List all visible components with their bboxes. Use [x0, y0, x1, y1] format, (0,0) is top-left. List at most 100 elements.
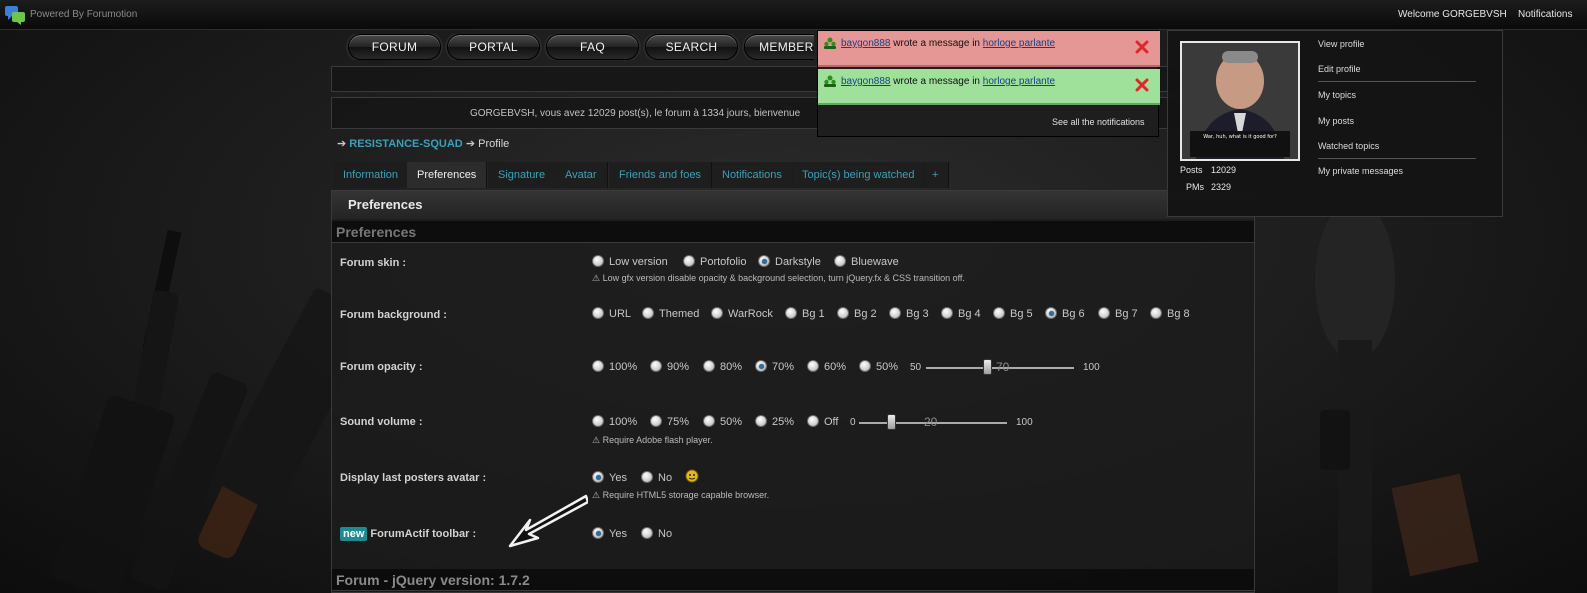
- radio-circle[interactable]: [941, 307, 953, 319]
- sound-slider-max: 100: [1016, 417, 1033, 428]
- group-icon: [824, 37, 836, 49]
- radio-circle[interactable]: [650, 360, 662, 372]
- option-label: Bg 3: [906, 308, 929, 320]
- notification-text: baygon888 wrote a message in horloge par…: [841, 38, 1055, 49]
- option-label: Bg 5: [1010, 308, 1033, 320]
- radio-circle[interactable]: [834, 255, 846, 267]
- notification-user-link[interactable]: baygon888: [841, 38, 891, 49]
- radio-circle[interactable]: [592, 307, 604, 319]
- breadcrumb-site-link[interactable]: RESISTANCE-SQUAD: [349, 138, 462, 150]
- forum-background-label: Forum background :: [340, 309, 447, 321]
- posts-count: 12029: [1211, 165, 1237, 175]
- menu-private-messages[interactable]: My private messages: [1318, 166, 1403, 176]
- option-label: 80%: [720, 361, 743, 373]
- radio-circle[interactable]: [641, 527, 653, 539]
- posts-label: Posts: [1180, 165, 1203, 175]
- breadcrumb-arrow-icon: ➔: [465, 138, 479, 150]
- nav-portal-button[interactable]: PORTAL: [447, 34, 540, 60]
- radio-circle[interactable]: [592, 415, 604, 427]
- radio-circle[interactable]: [807, 415, 819, 427]
- menu-view-profile[interactable]: View profile: [1318, 39, 1364, 49]
- powered-by-text[interactable]: Powered By Forumotion: [30, 9, 137, 20]
- radio-circle[interactable]: [592, 360, 604, 372]
- radio-circle-checked[interactable]: [592, 471, 604, 483]
- tab-information[interactable]: Information: [333, 162, 410, 188]
- sound-slider-min: 0: [850, 417, 856, 428]
- tab-preferences[interactable]: Preferences: [407, 162, 488, 188]
- group-icon: [824, 75, 836, 87]
- tab-topics-watched[interactable]: Topic(s) being watched: [792, 162, 926, 188]
- option-label: Bg 1: [802, 308, 825, 320]
- radio-circle[interactable]: [650, 415, 662, 427]
- radio-circle[interactable]: [807, 360, 819, 372]
- nav-search-button[interactable]: SEARCH: [645, 34, 738, 60]
- option-label: 25%: [772, 416, 795, 428]
- forumactif-toolbar: Powered By Forumotion Welcome GORGEBVSH …: [0, 0, 1587, 30]
- nav-members-button[interactable]: MEMBERS: [744, 34, 814, 60]
- option-label: No: [658, 528, 673, 540]
- notification-item[interactable]: baygon888 wrote a message in horloge par…: [818, 69, 1160, 105]
- tab-add[interactable]: +: [922, 162, 950, 188]
- section-heading: Preferences: [332, 221, 1254, 243]
- radio-circle-checked[interactable]: [592, 527, 604, 539]
- menu-edit-profile[interactable]: Edit profile: [1318, 64, 1361, 74]
- radio-circle[interactable]: [711, 307, 723, 319]
- avatar[interactable]: War, huh, what is it good for?: [1180, 41, 1300, 161]
- see-all-notifications-link[interactable]: See all the notifications: [1052, 117, 1145, 127]
- radio-circle[interactable]: [837, 307, 849, 319]
- welcome-user-link[interactable]: Welcome GORGEBVSH: [1398, 9, 1507, 20]
- main-navigation: FORUM PORTAL FAQ SEARCH MEMBERS: [344, 34, 814, 60]
- radio-circle[interactable]: [642, 307, 654, 319]
- notification-item[interactable]: baygon888 wrote a message in horloge par…: [818, 31, 1160, 67]
- radio-circle-checked[interactable]: [755, 360, 767, 372]
- tab-avatar[interactable]: Avatar: [555, 162, 608, 188]
- notification-user-link[interactable]: baygon888: [841, 76, 891, 87]
- opacity-slider-thumb[interactable]: [983, 359, 992, 375]
- nav-faq-button[interactable]: FAQ: [546, 34, 639, 60]
- radio-circle[interactable]: [859, 360, 871, 372]
- radio-circle[interactable]: [703, 415, 715, 427]
- option-label: 50%: [720, 416, 743, 428]
- breadcrumb-arrow-icon: ➔: [337, 138, 350, 150]
- radio-circle-checked[interactable]: [1045, 307, 1057, 319]
- new-badge: new: [340, 527, 368, 541]
- toolbar-label-text: ForumActif toolbar :: [370, 528, 477, 540]
- notification-topic-link[interactable]: horloge parlante: [983, 38, 1055, 49]
- menu-my-topics[interactable]: My topics: [1318, 90, 1356, 100]
- forumactif-toolbar-label: new ForumActif toolbar :: [340, 527, 476, 541]
- forumactif-chat-icon[interactable]: [4, 4, 26, 26]
- menu-my-posts[interactable]: My posts: [1318, 116, 1354, 126]
- radio-circle[interactable]: [1150, 307, 1162, 319]
- radio-circle-checked[interactable]: [758, 255, 770, 267]
- tab-signature[interactable]: Signature: [488, 162, 557, 188]
- nav-forum-button[interactable]: FORUM: [348, 34, 441, 60]
- pms-count: 2329: [1211, 182, 1232, 192]
- option-label: 100%: [609, 416, 638, 428]
- radio-circle[interactable]: [683, 255, 695, 267]
- radio-circle[interactable]: [592, 255, 604, 267]
- option-label: 100%: [609, 361, 638, 373]
- notifications-link[interactable]: Notifications: [1518, 9, 1572, 20]
- option-label: 90%: [667, 361, 690, 373]
- option-label: 75%: [667, 416, 690, 428]
- radio-circle[interactable]: [785, 307, 797, 319]
- option-label: Themed: [659, 308, 700, 320]
- option-label: Bg 2: [854, 308, 877, 320]
- radio-circle[interactable]: [755, 415, 767, 427]
- radio-circle[interactable]: [641, 471, 653, 483]
- tab-notifications[interactable]: Notifications: [712, 162, 793, 188]
- option-label: Off: [824, 416, 839, 428]
- tab-friends-and-foes[interactable]: Friends and foes: [609, 162, 712, 188]
- radio-circle[interactable]: [1098, 307, 1110, 319]
- option-label: 70%: [772, 361, 795, 373]
- close-icon[interactable]: [1134, 77, 1150, 93]
- notification-topic-link[interactable]: horloge parlante: [983, 76, 1055, 87]
- menu-divider: [1318, 81, 1476, 82]
- close-icon[interactable]: [1134, 39, 1150, 55]
- notification-message: wrote a message in: [893, 38, 980, 49]
- radio-circle[interactable]: [889, 307, 901, 319]
- radio-circle[interactable]: [703, 360, 715, 372]
- sound-slider-thumb[interactable]: [887, 414, 896, 430]
- radio-circle[interactable]: [993, 307, 1005, 319]
- menu-watched-topics[interactable]: Watched topics: [1318, 141, 1379, 151]
